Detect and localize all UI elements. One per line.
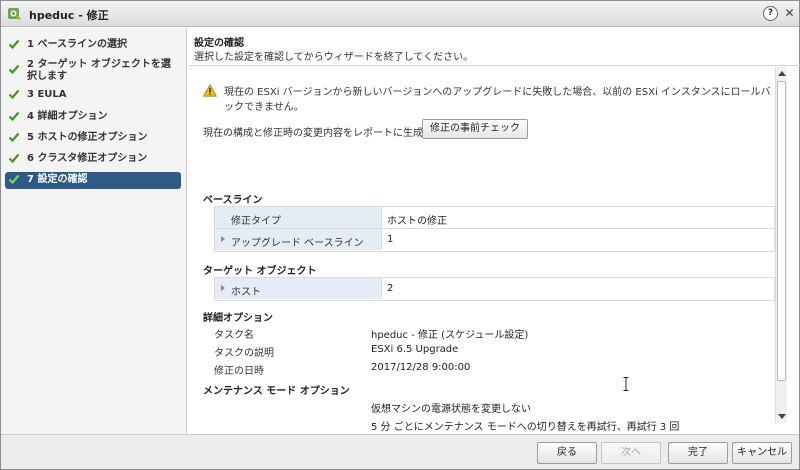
nav-step-cluster-remediation[interactable]: 6 クラスタ修正オプション [5, 151, 181, 168]
task-name-value: hpeduc - 修正 (スケジュール設定) [371, 330, 529, 341]
nav-step-label: 6 クラスタ修正オプション [27, 153, 148, 164]
nav-step-advanced-options[interactable]: 4 詳細オプション [5, 109, 181, 126]
nav-step-label: 2 ターゲット オブジェクトを選択します [27, 59, 171, 82]
content-scrollbar[interactable] [775, 67, 787, 423]
nav-step-label: 4 詳細オプション [27, 111, 108, 122]
maintenance-section-title: メンテナンス モード オプション [203, 386, 350, 397]
nav-step-label: 3 EULA [27, 89, 67, 100]
expand-arrow-icon[interactable] [221, 285, 225, 291]
wizard-window: hpeduc - 修正 ? ✕ 1 ベースラインの選択 2 ターゲット オブジェ… [0, 0, 800, 470]
check-icon [8, 111, 20, 122]
remediate-icon [8, 8, 21, 20]
check-icon [8, 153, 20, 164]
grid-row-expandable[interactable]: ホスト 2 [215, 278, 774, 300]
nav-step-select-target[interactable]: 2 ターゲット オブジェクトを選択します [5, 57, 181, 85]
grid-value: 2 [387, 283, 394, 294]
rollback-warning: 現在の ESXi バージョンから新しいバージョンへのアップグレードに失敗した場合… [224, 87, 771, 113]
remediation-time-key: 修正の日時 [214, 366, 264, 377]
nav-step-eula[interactable]: 3 EULA [5, 87, 181, 104]
grid-row: 修正タイプ ホストの修正 [215, 207, 774, 229]
page-subtitle: 選択した設定を確認してからウィザードを終了してください。 [194, 52, 474, 63]
expand-arrow-icon[interactable] [221, 236, 225, 242]
nav-step-review[interactable]: 7 設定の確認 [5, 172, 181, 189]
check-icon [8, 174, 20, 185]
task-description-key: タスクの説明 [214, 348, 274, 359]
check-icon [8, 132, 20, 143]
nav-step-host-remediation[interactable]: 5 ホストの修正オプション [5, 130, 181, 147]
report-label: 現在の構成と修正時の変更内容をレポートに生成: [203, 128, 427, 139]
nav-step-label: 7 設定の確認 [27, 174, 88, 185]
task-description-value: ESXi 6.5 Upgrade [371, 344, 459, 355]
grid-value: 1 [387, 234, 394, 245]
help-button[interactable]: ? [763, 6, 778, 21]
warning-icon [203, 84, 217, 97]
back-button[interactable]: 戻る [537, 442, 597, 464]
review-content: 現在の ESXi バージョンから新しいバージョンへのアップグレードに失敗した場合… [189, 67, 787, 434]
grid-key: 修正タイプ [231, 216, 281, 227]
baseline-grid: 修正タイプ ホストの修正 アップグレード ベースライン 1 [214, 206, 775, 252]
nav-step-label: 1 ベースラインの選択 [27, 39, 127, 50]
check-icon [8, 89, 20, 100]
wizard-footer: 戻る 次へ 完了 キャンセル [1, 434, 799, 469]
check-icon [8, 39, 20, 50]
scroll-thumb[interactable] [777, 81, 786, 381]
check-icon [8, 64, 20, 75]
precheck-button[interactable]: 修正の事前チェック [422, 119, 528, 139]
title-bar: hpeduc - 修正 ? ✕ [1, 1, 799, 27]
grid-row-expandable[interactable]: アップグレード ベースライン 1 [215, 229, 774, 251]
close-button[interactable]: ✕ [782, 5, 797, 21]
maintenance-option: 仮想マシンの電源状態を変更しない [371, 404, 531, 415]
remediation-time-value: 2017/12/28 9:00:00 [371, 362, 471, 373]
text-cursor-icon [623, 377, 629, 391]
window-title: hpeduc - 修正 [29, 9, 109, 22]
grid-key: ホスト [231, 287, 261, 298]
header-divider [189, 65, 800, 66]
baseline-section-title: ベースライン [203, 195, 263, 206]
grid-value: ホストの修正 [387, 216, 447, 227]
page-title: 設定の確認 [194, 38, 244, 49]
nav-step-select-baseline[interactable]: 1 ベースラインの選択 [5, 37, 181, 54]
task-name-key: タスク名 [214, 330, 254, 341]
wizard-steps-nav: 1 ベースラインの選択 2 ターゲット オブジェクトを選択します 3 EULA … [1, 28, 187, 434]
scroll-up-arrow-icon[interactable] [778, 71, 786, 76]
finish-button[interactable]: 完了 [668, 442, 728, 464]
nav-step-label: 5 ホストの修正オプション [27, 132, 148, 143]
grid-key: アップグレード ベースライン [231, 238, 364, 249]
target-grid: ホスト 2 [214, 277, 775, 301]
cancel-button[interactable]: キャンセル [732, 442, 792, 464]
maintenance-option: 5 分 ごとにメンテナンス モードへの切り替えを再試行、再試行 3 回 [371, 422, 680, 433]
target-section-title: ターゲット オブジェクト [203, 266, 317, 277]
advanced-section-title: 詳細オプション [203, 313, 273, 324]
next-button[interactable]: 次へ [601, 442, 661, 464]
scroll-down-arrow-icon[interactable] [778, 414, 786, 419]
